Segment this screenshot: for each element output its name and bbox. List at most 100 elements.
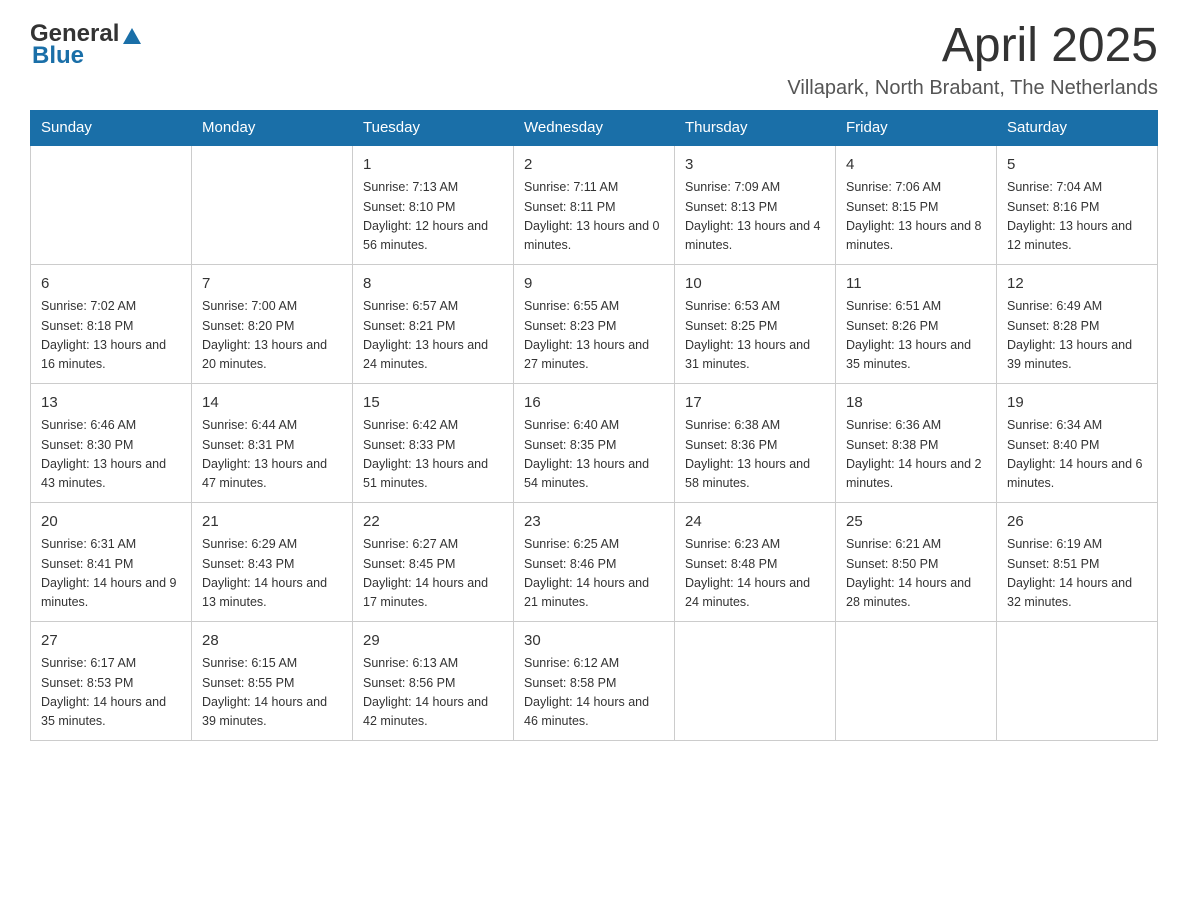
logo: General Blue: [30, 20, 143, 70]
calendar-cell: 19Sunrise: 6:34 AMSunset: 8:40 PMDayligh…: [997, 383, 1158, 502]
day-number: 26: [1007, 511, 1147, 534]
header-day-saturday: Saturday: [997, 110, 1158, 145]
calendar-cell: 9Sunrise: 6:55 AMSunset: 8:23 PMDaylight…: [514, 264, 675, 383]
calendar-cell: 28Sunrise: 6:15 AMSunset: 8:55 PMDayligh…: [192, 621, 353, 740]
calendar-cell: 11Sunrise: 6:51 AMSunset: 8:26 PMDayligh…: [836, 264, 997, 383]
calendar-cell: [192, 145, 353, 265]
calendar-cell: 3Sunrise: 7:09 AMSunset: 8:13 PMDaylight…: [675, 145, 836, 265]
day-number: 29: [363, 630, 503, 653]
day-number: 20: [41, 511, 181, 534]
day-number: 21: [202, 511, 342, 534]
month-title: April 2025: [787, 20, 1158, 73]
calendar-cell: 26Sunrise: 6:19 AMSunset: 8:51 PMDayligh…: [997, 502, 1158, 621]
week-row-2: 6Sunrise: 7:02 AMSunset: 8:18 PMDaylight…: [31, 264, 1158, 383]
day-info: Sunrise: 6:51 AMSunset: 8:26 PMDaylight:…: [846, 297, 986, 375]
day-info: Sunrise: 6:27 AMSunset: 8:45 PMDaylight:…: [363, 535, 503, 613]
day-info: Sunrise: 7:00 AMSunset: 8:20 PMDaylight:…: [202, 297, 342, 375]
calendar-cell: [836, 621, 997, 740]
calendar-body: 1Sunrise: 7:13 AMSunset: 8:10 PMDaylight…: [31, 145, 1158, 741]
header-row: SundayMondayTuesdayWednesdayThursdayFrid…: [31, 110, 1158, 145]
day-info: Sunrise: 6:49 AMSunset: 8:28 PMDaylight:…: [1007, 297, 1147, 375]
calendar-cell: 12Sunrise: 6:49 AMSunset: 8:28 PMDayligh…: [997, 264, 1158, 383]
day-info: Sunrise: 6:57 AMSunset: 8:21 PMDaylight:…: [363, 297, 503, 375]
day-number: 18: [846, 392, 986, 415]
calendar-cell: 17Sunrise: 6:38 AMSunset: 8:36 PMDayligh…: [675, 383, 836, 502]
calendar-cell: 14Sunrise: 6:44 AMSunset: 8:31 PMDayligh…: [192, 383, 353, 502]
calendar-cell: 29Sunrise: 6:13 AMSunset: 8:56 PMDayligh…: [353, 621, 514, 740]
day-info: Sunrise: 7:02 AMSunset: 8:18 PMDaylight:…: [41, 297, 181, 375]
calendar-cell: 23Sunrise: 6:25 AMSunset: 8:46 PMDayligh…: [514, 502, 675, 621]
day-number: 19: [1007, 392, 1147, 415]
day-info: Sunrise: 6:53 AMSunset: 8:25 PMDaylight:…: [685, 297, 825, 375]
calendar-cell: 7Sunrise: 7:00 AMSunset: 8:20 PMDaylight…: [192, 264, 353, 383]
title-section: April 2025 Villapark, North Brabant, The…: [787, 20, 1158, 100]
day-number: 2: [524, 154, 664, 177]
day-number: 17: [685, 392, 825, 415]
calendar-cell: 22Sunrise: 6:27 AMSunset: 8:45 PMDayligh…: [353, 502, 514, 621]
header-day-wednesday: Wednesday: [514, 110, 675, 145]
day-number: 12: [1007, 273, 1147, 296]
day-info: Sunrise: 6:46 AMSunset: 8:30 PMDaylight:…: [41, 416, 181, 494]
day-number: 7: [202, 273, 342, 296]
page-header: General Blue April 2025 Villapark, North…: [30, 20, 1158, 100]
day-info: Sunrise: 6:29 AMSunset: 8:43 PMDaylight:…: [202, 535, 342, 613]
day-number: 9: [524, 273, 664, 296]
calendar-cell: 5Sunrise: 7:04 AMSunset: 8:16 PMDaylight…: [997, 145, 1158, 265]
week-row-3: 13Sunrise: 6:46 AMSunset: 8:30 PMDayligh…: [31, 383, 1158, 502]
day-info: Sunrise: 6:21 AMSunset: 8:50 PMDaylight:…: [846, 535, 986, 613]
day-info: Sunrise: 6:38 AMSunset: 8:36 PMDaylight:…: [685, 416, 825, 494]
calendar-cell: 27Sunrise: 6:17 AMSunset: 8:53 PMDayligh…: [31, 621, 192, 740]
calendar-cell: 2Sunrise: 7:11 AMSunset: 8:11 PMDaylight…: [514, 145, 675, 265]
day-info: Sunrise: 6:19 AMSunset: 8:51 PMDaylight:…: [1007, 535, 1147, 613]
day-info: Sunrise: 7:04 AMSunset: 8:16 PMDaylight:…: [1007, 178, 1147, 256]
calendar-cell: 18Sunrise: 6:36 AMSunset: 8:38 PMDayligh…: [836, 383, 997, 502]
header-day-tuesday: Tuesday: [353, 110, 514, 145]
day-number: 27: [41, 630, 181, 653]
day-info: Sunrise: 6:36 AMSunset: 8:38 PMDaylight:…: [846, 416, 986, 494]
week-row-1: 1Sunrise: 7:13 AMSunset: 8:10 PMDaylight…: [31, 145, 1158, 265]
day-info: Sunrise: 6:17 AMSunset: 8:53 PMDaylight:…: [41, 654, 181, 732]
day-number: 16: [524, 392, 664, 415]
header-day-sunday: Sunday: [31, 110, 192, 145]
day-number: 3: [685, 154, 825, 177]
calendar-cell: 4Sunrise: 7:06 AMSunset: 8:15 PMDaylight…: [836, 145, 997, 265]
calendar-header: SundayMondayTuesdayWednesdayThursdayFrid…: [31, 110, 1158, 145]
calendar-cell: 15Sunrise: 6:42 AMSunset: 8:33 PMDayligh…: [353, 383, 514, 502]
day-number: 23: [524, 511, 664, 534]
week-row-4: 20Sunrise: 6:31 AMSunset: 8:41 PMDayligh…: [31, 502, 1158, 621]
day-info: Sunrise: 7:11 AMSunset: 8:11 PMDaylight:…: [524, 178, 664, 256]
day-number: 4: [846, 154, 986, 177]
calendar-cell: 20Sunrise: 6:31 AMSunset: 8:41 PMDayligh…: [31, 502, 192, 621]
day-number: 13: [41, 392, 181, 415]
location-title: Villapark, North Brabant, The Netherland…: [787, 77, 1158, 100]
logo-triangle-icon: [121, 24, 143, 46]
day-number: 22: [363, 511, 503, 534]
day-info: Sunrise: 6:34 AMSunset: 8:40 PMDaylight:…: [1007, 416, 1147, 494]
day-info: Sunrise: 6:31 AMSunset: 8:41 PMDaylight:…: [41, 535, 181, 613]
day-number: 30: [524, 630, 664, 653]
calendar-cell: 8Sunrise: 6:57 AMSunset: 8:21 PMDaylight…: [353, 264, 514, 383]
calendar-cell: 30Sunrise: 6:12 AMSunset: 8:58 PMDayligh…: [514, 621, 675, 740]
day-number: 1: [363, 154, 503, 177]
day-info: Sunrise: 6:55 AMSunset: 8:23 PMDaylight:…: [524, 297, 664, 375]
calendar-cell: [997, 621, 1158, 740]
day-info: Sunrise: 6:12 AMSunset: 8:58 PMDaylight:…: [524, 654, 664, 732]
day-number: 24: [685, 511, 825, 534]
day-number: 6: [41, 273, 181, 296]
header-day-thursday: Thursday: [675, 110, 836, 145]
day-number: 11: [846, 273, 986, 296]
day-number: 8: [363, 273, 503, 296]
day-number: 14: [202, 392, 342, 415]
day-number: 28: [202, 630, 342, 653]
calendar-cell: 6Sunrise: 7:02 AMSunset: 8:18 PMDaylight…: [31, 264, 192, 383]
header-day-monday: Monday: [192, 110, 353, 145]
day-info: Sunrise: 7:13 AMSunset: 8:10 PMDaylight:…: [363, 178, 503, 256]
day-info: Sunrise: 6:15 AMSunset: 8:55 PMDaylight:…: [202, 654, 342, 732]
day-info: Sunrise: 7:09 AMSunset: 8:13 PMDaylight:…: [685, 178, 825, 256]
calendar-cell: [31, 145, 192, 265]
day-info: Sunrise: 6:40 AMSunset: 8:35 PMDaylight:…: [524, 416, 664, 494]
day-info: Sunrise: 7:06 AMSunset: 8:15 PMDaylight:…: [846, 178, 986, 256]
calendar-table: SundayMondayTuesdayWednesdayThursdayFrid…: [30, 110, 1158, 741]
day-info: Sunrise: 6:44 AMSunset: 8:31 PMDaylight:…: [202, 416, 342, 494]
calendar-cell: 1Sunrise: 7:13 AMSunset: 8:10 PMDaylight…: [353, 145, 514, 265]
